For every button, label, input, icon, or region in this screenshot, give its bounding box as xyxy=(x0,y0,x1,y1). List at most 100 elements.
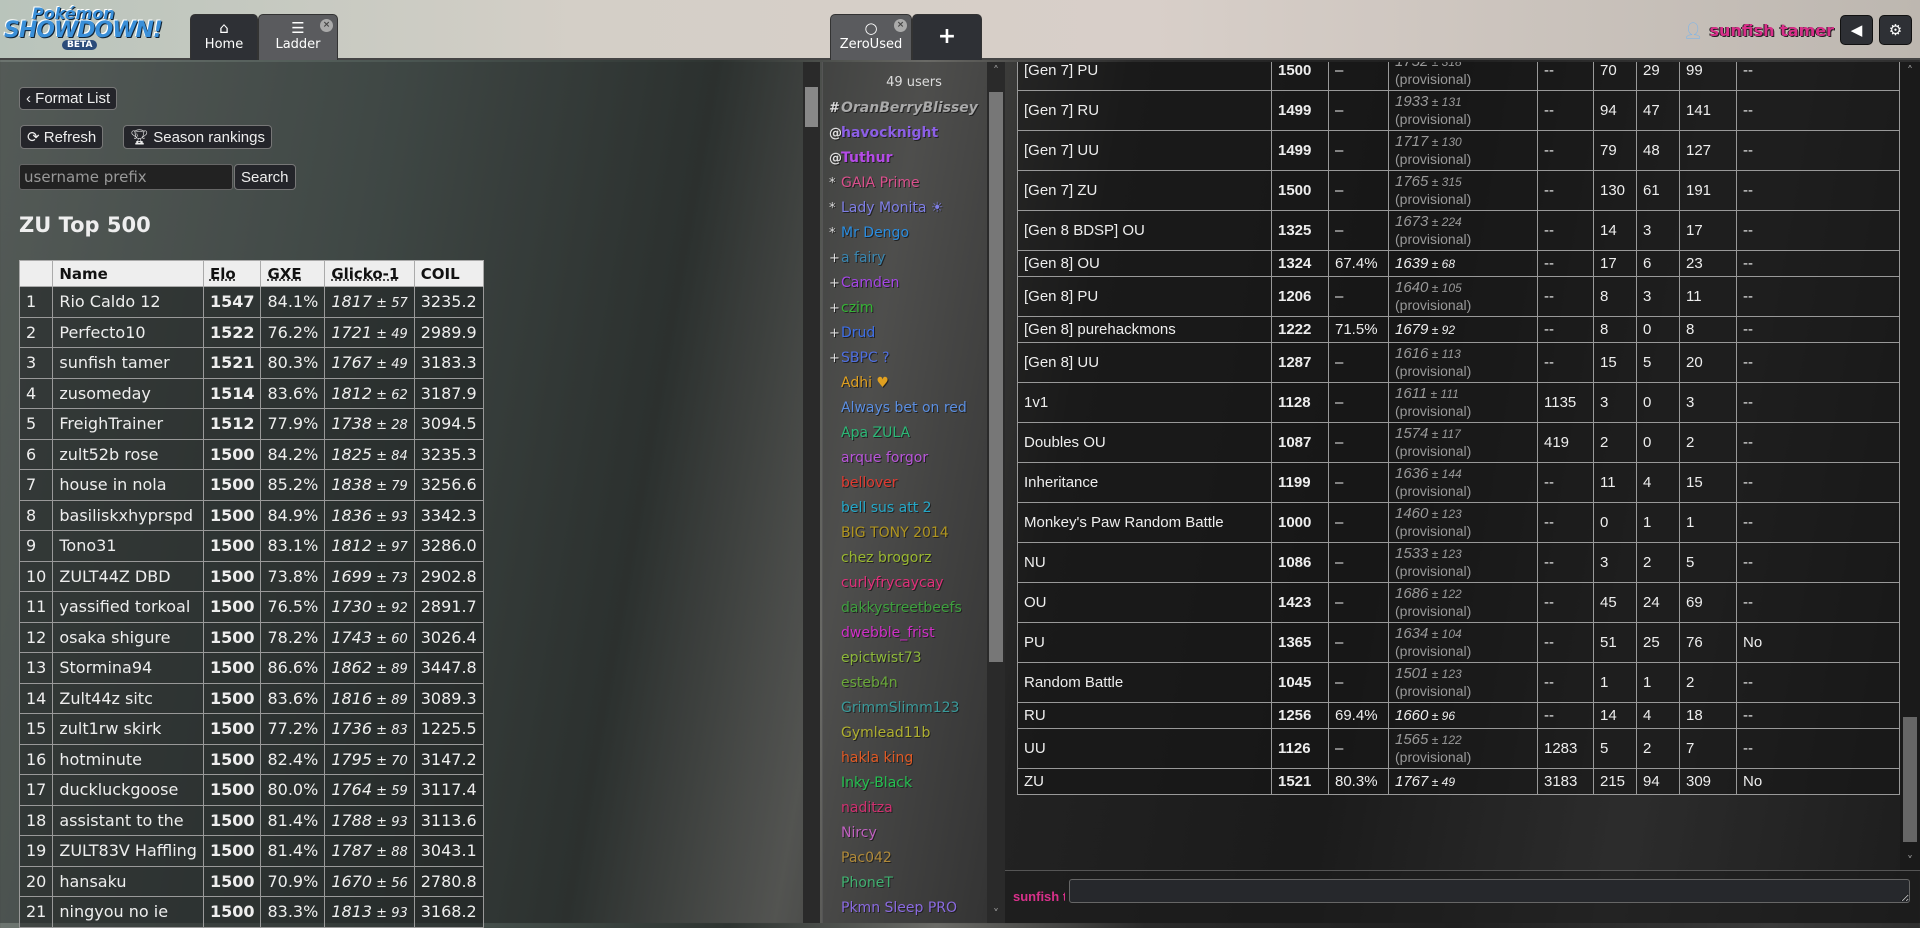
losses-cell: 24 xyxy=(1636,582,1680,623)
settings-button[interactable]: ⚙ xyxy=(1879,15,1912,45)
player-name[interactable]: zult52b rose xyxy=(52,438,204,470)
scrollbar-thumb[interactable] xyxy=(1903,717,1917,842)
pokemon-showdown-logo[interactable]: Pokémon SHOWDOWN! BETA xyxy=(4,4,163,54)
elo-cell: 1500 xyxy=(202,469,262,501)
user-list-item[interactable]: * Lady Monita ☀ xyxy=(823,196,1005,221)
user-list-item[interactable]: Nircy xyxy=(823,821,1005,846)
user-count[interactable]: 49 users xyxy=(823,75,1005,90)
losses-cell: 1 xyxy=(1636,662,1680,703)
player-name[interactable]: Zult44z sitc xyxy=(52,682,204,714)
player-name[interactable]: basiliskxhyprspd xyxy=(52,499,204,531)
chat-message-input[interactable] xyxy=(1069,879,1910,903)
user-list-item[interactable]: @Tuthur xyxy=(823,146,1005,171)
close-tab-icon[interactable]: × xyxy=(320,19,333,32)
column-header-2[interactable]: Elo xyxy=(202,260,262,287)
glicko-deviation: 62 xyxy=(391,387,408,403)
player-name[interactable]: ningyou no ie xyxy=(52,896,204,928)
user-list-item[interactable]: esteb4n xyxy=(823,671,1005,696)
elo-cell: 1500 xyxy=(202,774,262,806)
format-list-button[interactable]: ‹ Format List xyxy=(19,87,118,110)
player-name[interactable]: house in nola xyxy=(52,469,204,501)
user-list-item[interactable]: naditza xyxy=(823,796,1005,821)
player-name[interactable]: osaka shigure xyxy=(52,621,204,653)
player-name[interactable]: hansaku xyxy=(52,865,204,897)
user-list-item[interactable]: Pkmn Sleep PRO xyxy=(823,896,1005,921)
user-list-item[interactable]: * Mr Dengo xyxy=(823,221,1005,246)
user-name: Tuthur xyxy=(841,150,893,166)
rank-cell: 18 xyxy=(18,804,54,836)
player-name[interactable]: ZULT83V Haffling xyxy=(52,835,204,867)
user-list-item[interactable]: Apa ZULA xyxy=(823,421,1005,446)
user-list-item[interactable]: BIG TONY 2014 xyxy=(823,521,1005,546)
rank-cell: 5 xyxy=(18,408,54,440)
scroll-up-icon[interactable]: ˄ xyxy=(1900,64,1920,78)
ladder-title: ZU Top 500 xyxy=(19,213,151,237)
user-list-item[interactable]: Gymlead11b xyxy=(823,721,1005,746)
user-list-item[interactable]: @havocknight xyxy=(823,121,1005,146)
user-list-item[interactable]: bell sus att 2 xyxy=(823,496,1005,521)
scrollbar-thumb[interactable] xyxy=(989,92,1003,662)
search-button[interactable]: Search xyxy=(234,164,296,190)
user-list-item[interactable]: +a fairy xyxy=(823,246,1005,271)
glicko-cell: 1736 ± 83 xyxy=(324,713,415,745)
user-list-item[interactable]: curlyfrycaycay xyxy=(823,571,1005,596)
username[interactable]: sunfish tamer xyxy=(1709,21,1834,40)
username-prefix-input[interactable] xyxy=(19,164,233,190)
user-list-item[interactable]: dwebble_frist xyxy=(823,621,1005,646)
scroll-down-icon[interactable]: ˅ xyxy=(1900,854,1920,868)
player-name[interactable]: Tono31 xyxy=(52,530,204,562)
scrollbar-thumb[interactable] xyxy=(805,87,818,127)
player-name[interactable]: yassified torkoal xyxy=(52,591,204,623)
scroll-down-icon[interactable]: ˅ xyxy=(987,907,1005,921)
user-list-item[interactable]: Inky-Black xyxy=(823,771,1005,796)
player-name[interactable]: Perfecto10 xyxy=(52,316,204,348)
user-list-item[interactable]: bellover xyxy=(823,471,1005,496)
user-list-item[interactable]: +SBPC ? xyxy=(823,346,1005,371)
player-name[interactable]: Stormina94 xyxy=(52,652,204,684)
player-name[interactable]: hotminute xyxy=(52,743,204,775)
user-list-item[interactable]: arque forgor xyxy=(823,446,1005,471)
chat-username[interactable]: sunfish tamer xyxy=(1013,889,1065,904)
rank-cell: 9 xyxy=(18,530,54,562)
player-name[interactable]: zult1rw skirk xyxy=(52,713,204,745)
tab-ladder-label: Ladder xyxy=(275,37,321,52)
player-name[interactable]: duckluckgoose xyxy=(52,774,204,806)
chat-scrollbar[interactable]: ˄ ˅ xyxy=(1900,62,1920,870)
user-list-scrollbar[interactable]: ˄ ˅ xyxy=(987,62,1005,923)
user-name: Camden xyxy=(841,275,900,291)
season-rankings-button[interactable]: 🏆︎ Season rankings xyxy=(123,125,272,149)
user-list-item[interactable]: chez brogorz xyxy=(823,546,1005,571)
user-list-item[interactable]: Adhi ♥ xyxy=(823,371,1005,396)
user-list-item[interactable]: dakkystreetbeefs xyxy=(823,596,1005,621)
ladder-scrollbar[interactable] xyxy=(803,62,820,923)
user-list-item[interactable]: PhoneT xyxy=(823,871,1005,896)
tab-ladder[interactable]: ☰ Ladder × xyxy=(258,14,338,60)
column-header-5[interactable]: COIL xyxy=(413,260,484,287)
user-list-item[interactable]: epictwist73 xyxy=(823,646,1005,671)
user-list-item[interactable]: * GAIA Prime xyxy=(823,171,1005,196)
user-list-item[interactable]: Always bet on red xyxy=(823,396,1005,421)
volume-button[interactable]: ◀ xyxy=(1840,15,1873,45)
player-name[interactable]: ZULT44Z DBD xyxy=(52,560,204,592)
scroll-up-icon[interactable]: ˄ xyxy=(987,64,1005,78)
tab-zeroused[interactable]: ○ ZeroUsed × xyxy=(830,14,912,60)
close-tab-icon[interactable]: × xyxy=(894,19,907,32)
player-name[interactable]: FreighTrainer xyxy=(52,408,204,440)
refresh-button[interactable]: ⟳ Refresh xyxy=(20,125,104,149)
user-list-item[interactable]: Pac042 xyxy=(823,846,1005,871)
user-list-item[interactable]: GrimmSlimm123 xyxy=(823,696,1005,721)
player-name[interactable]: sunfish tamer xyxy=(52,347,204,379)
column-header-3[interactable]: GXE xyxy=(260,260,326,287)
tab-home[interactable]: ⌂ Home xyxy=(190,14,258,60)
user-list-item[interactable]: +Camden xyxy=(823,271,1005,296)
user-list-item[interactable]: hakla king xyxy=(823,746,1005,771)
column-header-4[interactable]: Glicko-1 xyxy=(324,260,415,287)
player-name[interactable]: assistant to the xyxy=(52,804,204,836)
user-list-item[interactable]: +czim xyxy=(823,296,1005,321)
wins-cell: 3 xyxy=(1593,542,1637,583)
add-tab-button[interactable]: + xyxy=(912,14,982,60)
player-name[interactable]: zusomeday xyxy=(52,377,204,409)
player-name[interactable]: Rio Caldo 12 xyxy=(52,286,204,318)
user-list-item[interactable]: # OranBerryBlissey xyxy=(823,96,1005,121)
user-list-item[interactable]: +Drud xyxy=(823,321,1005,346)
